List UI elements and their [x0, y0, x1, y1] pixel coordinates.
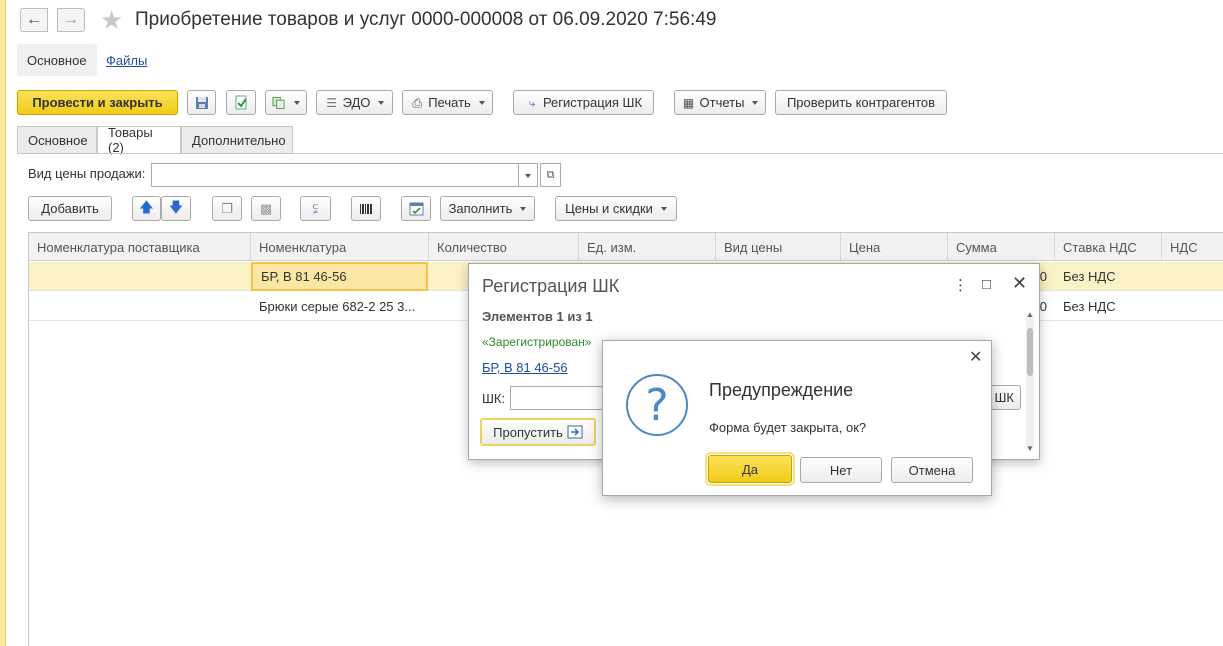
col-vat-rate[interactable]: Ставка НДС	[1055, 233, 1162, 261]
move-up-button[interactable]: 🡅	[132, 196, 161, 221]
cancel-button[interactable]: Отмена	[891, 457, 973, 483]
col-price[interactable]: Цена	[841, 233, 948, 261]
reports-label: Отчеты	[699, 95, 745, 110]
col-vat[interactable]: НДС	[1162, 233, 1223, 261]
post-document-icon	[235, 95, 247, 110]
arrow-right-icon: →	[63, 11, 79, 28]
arrow-left-icon: ←	[26, 11, 42, 28]
register-shk-label: Регистрация ШК	[542, 95, 643, 110]
tab-divider	[17, 153, 1223, 154]
maximize-icon[interactable]: □	[982, 276, 991, 293]
form-tab-main[interactable]: Основное	[17, 44, 97, 76]
register-shk-button[interactable]: ⤷ Регистрация ШК	[513, 90, 654, 115]
reports-button[interactable]: ▦ Отчеты	[674, 90, 766, 115]
split-row-button[interactable]: ⫋	[300, 196, 331, 221]
form-tab-files[interactable]: Файлы	[96, 44, 157, 76]
close-icon[interactable]: ✕	[969, 347, 982, 367]
more-menu-icon[interactable]: ⋮	[953, 276, 968, 294]
left-accent-bar	[0, 0, 6, 646]
warning-title: Предупреждение	[709, 380, 854, 400]
col-price-type[interactable]: Вид цены	[716, 233, 841, 261]
col-unit[interactable]: Ед. изм.	[579, 233, 716, 261]
post-button[interactable]	[226, 90, 256, 115]
barcode-search-button[interactable]	[351, 196, 381, 221]
edo-label: ЭДО	[342, 95, 371, 110]
no-button[interactable]: Нет	[800, 457, 882, 483]
check-contractors-button[interactable]: Проверить контрагентов	[775, 90, 947, 115]
edo-button[interactable]: ☰ ЭДО	[316, 90, 393, 115]
save-icon	[195, 96, 208, 109]
post-and-close-button[interactable]: Провести и закрыть	[17, 90, 178, 115]
cell-supplier-item[interactable]	[29, 292, 251, 321]
price-type-input[interactable]	[151, 163, 519, 187]
back-button[interactable]: ←	[20, 8, 48, 32]
price-type-label: Вид цены продажи:	[28, 166, 146, 181]
col-item[interactable]: Номенклатура	[251, 233, 429, 261]
scroll-down-icon[interactable]: ▼	[1026, 444, 1034, 453]
tab-main[interactable]: Основное	[17, 126, 97, 154]
col-quantity[interactable]: Количество	[429, 233, 579, 261]
create-based-icon	[272, 96, 285, 109]
print-label: Печать	[428, 95, 471, 110]
cell-item[interactable]: Брюки серые 682-2 25 3...	[251, 292, 429, 321]
barcode-icon	[360, 203, 372, 214]
prices-discounts-button[interactable]: Цены и скидки	[555, 196, 677, 221]
skip-button[interactable]: Пропустить	[480, 418, 596, 446]
cell-vat-rate[interactable]: Без НДС	[1055, 262, 1162, 291]
arrow-down-icon: 🡇	[168, 198, 184, 215]
favorite-star-icon[interactable]: ★	[100, 5, 123, 36]
price-type-dropdown[interactable]	[518, 163, 538, 187]
window-title: Приобретение товаров и услуг 0000-000008…	[135, 9, 717, 30]
dialog-scrollbar-thumb[interactable]	[1027, 328, 1033, 376]
add-row-button[interactable]: Добавить	[28, 196, 112, 221]
price-type-open-button[interactable]: ⧉	[540, 163, 561, 187]
skip-next-icon	[567, 425, 583, 439]
warning-dialog: ✕ ? Предупреждение Форма будет закрыта, …	[602, 340, 992, 496]
table-header: Номенклатура поставщика Номенклатура Кол…	[29, 233, 1223, 261]
elements-count: Элементов 1 из 1	[482, 309, 593, 324]
col-sum[interactable]: Сумма	[948, 233, 1055, 261]
print-button[interactable]: ⎙ Печать	[402, 90, 493, 115]
tab-additional[interactable]: Дополнительно	[181, 126, 293, 154]
dialog-title: Регистрация ШК	[482, 276, 620, 296]
fill-label: Заполнить	[448, 201, 513, 216]
edo-icon: ☰	[326, 95, 337, 110]
warning-message: Форма будет закрыта, ок?	[709, 420, 867, 435]
select-goods-button[interactable]	[401, 196, 431, 221]
save-button[interactable]	[187, 90, 216, 115]
question-icon: ?	[626, 374, 688, 436]
cell-vat-rate[interactable]: Без НДС	[1055, 292, 1162, 321]
printer-icon: ⎙	[412, 95, 422, 110]
reports-icon: ▦	[682, 95, 695, 110]
open-window-icon: ⧉	[546, 168, 555, 181]
register-arrow-icon: ⤷	[528, 95, 536, 110]
scroll-up-icon[interactable]: ▲	[1026, 310, 1034, 319]
arrow-up-icon: 🡅	[139, 198, 154, 215]
copy-icon: ❐	[221, 200, 233, 216]
close-icon[interactable]: ✕	[1012, 273, 1027, 294]
shk-input[interactable]	[510, 386, 610, 410]
registration-status: «Зарегистрирован»	[482, 335, 592, 349]
create-based-on-button[interactable]	[265, 90, 307, 115]
fill-button[interactable]: Заполнить	[440, 196, 535, 221]
forward-button[interactable]: →	[57, 8, 85, 32]
item-link[interactable]: БР, В 81 46-56	[482, 360, 568, 375]
col-supplier-item[interactable]: Номенклатура поставщика	[29, 233, 251, 261]
tab-goods[interactable]: Товары (2)	[97, 125, 181, 155]
cell-supplier-item[interactable]	[29, 262, 251, 291]
prices-label: Цены и скидки	[565, 201, 653, 216]
shk-label: ШК:	[482, 391, 506, 406]
move-down-button[interactable]: 🡇	[161, 196, 191, 221]
share-icon: ⫋	[312, 200, 319, 216]
select-list-icon	[409, 202, 423, 215]
paste-row-button[interactable]: ▩	[251, 196, 281, 221]
skip-label: Пропустить	[493, 424, 563, 440]
chevron-down-icon	[521, 168, 531, 183]
copy-row-button[interactable]: ❐	[212, 196, 242, 221]
yes-button[interactable]: Да	[705, 452, 795, 486]
paste-icon: ▩	[259, 200, 273, 216]
cell-item[interactable]: БР, В 81 46-56	[251, 262, 428, 291]
